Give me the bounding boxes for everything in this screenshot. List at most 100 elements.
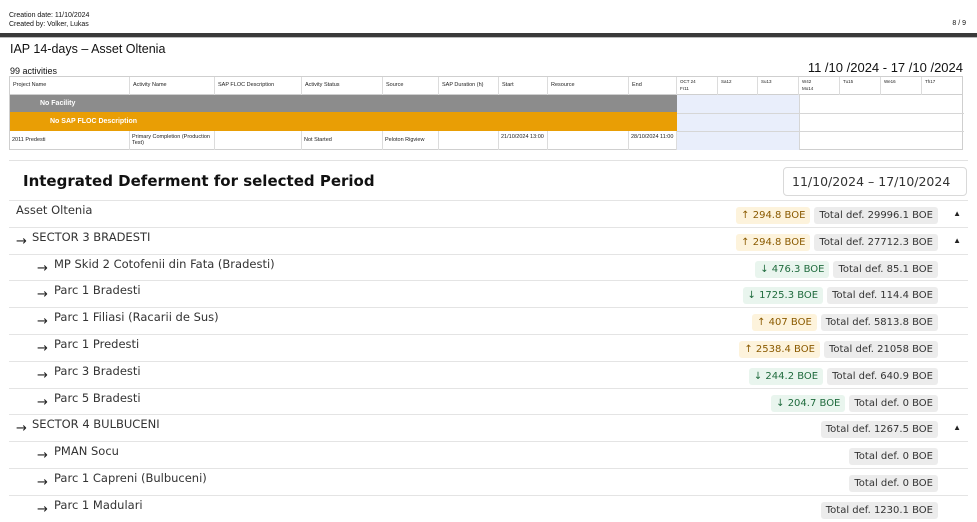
total-deferment-badge: Total def. 114.4 BOE xyxy=(827,287,938,305)
section-divider xyxy=(9,160,968,161)
gantt-table: Project Name Activity Name SAP FLOC Desc… xyxy=(9,76,964,150)
arrow-right-icon: → xyxy=(37,367,48,383)
deferment-decrease-badge: ↓ 244.2 BOE xyxy=(748,367,824,385)
group-no-floc[interactable]: No SAP FLOC Description xyxy=(10,112,677,131)
tree-row[interactable]: → Parc 1 Predesti ↑ 2538.4 BOE Total def. 2… xyxy=(9,333,968,361)
col-source[interactable]: Source xyxy=(383,77,439,95)
arrow-right-icon: → xyxy=(37,474,48,490)
calendar-gridline xyxy=(799,95,800,150)
cell-source: Peloton Rigview xyxy=(383,131,439,150)
arrow-right-icon: → xyxy=(37,501,48,517)
total-deferment-badge: Total def. 5813.8 BOE xyxy=(820,314,938,332)
cell-project: 2011 Predesti xyxy=(10,131,130,150)
creation-date: Creation date: 11/10/2024 xyxy=(9,12,90,19)
header-divider-thin xyxy=(0,37,977,38)
day-sa12: Sa12 xyxy=(718,77,758,95)
tree-row[interactable]: → PMAN Socu Total def. 0 BOE xyxy=(9,441,968,468)
day-fr11: OCT 24 Fr11 xyxy=(677,77,718,95)
activity-count: 99 activities xyxy=(10,66,58,76)
tree-row[interactable]: → Parc 1 Madulari Total def. 1230.1 BOE xyxy=(9,494,968,522)
total-deferment-badge: Total def. 21058 BOE xyxy=(823,340,938,358)
deferment-tree: Asset Oltenia ↑ 294.8 BOE Total def. 29996… xyxy=(9,200,968,522)
collapse-caret-icon[interactable]: ▲ xyxy=(953,209,961,218)
tree-row-label: Parc 1 Madulari xyxy=(54,497,143,512)
day-we16: We16 xyxy=(881,77,922,95)
arrow-right-icon: → xyxy=(37,394,48,410)
report-title: IAP 14-days – Asset Oltenia xyxy=(10,42,166,56)
badge-group: ↓ 1725.3 BOE Total def. 114.4 BOE xyxy=(742,287,938,305)
badge-group: ↓ 244.2 BOE Total def. 640.9 BOE xyxy=(748,367,938,385)
col-resource[interactable]: Resource xyxy=(548,77,629,95)
badge-group: Total def. 1230.1 BOE xyxy=(820,501,938,519)
date-range-picker[interactable]: 11/10/2024 – 17/10/2024 xyxy=(783,167,967,196)
col-activity-name[interactable]: Activity Name xyxy=(130,77,215,95)
badge-group: ↑ 407 BOE Total def. 5813.8 BOE xyxy=(752,314,938,332)
tree-row[interactable]: → SECTOR 4 BULBUCENI Total def. 1267.5 BOE… xyxy=(9,414,968,441)
tree-row-label: MP Skid 2 Cotofenii din Fata (Bradesti) xyxy=(54,256,275,271)
deferment-decrease-badge: ↓ 1725.3 BOE xyxy=(742,287,824,305)
tree-row[interactable]: → Parc 1 Filiasi (Racarii de Sus) ↑ 407 BO… xyxy=(9,307,968,334)
page-number: 8 / 9 xyxy=(952,20,966,27)
tree-row-label: SECTOR 3 BRADESTI xyxy=(32,229,151,244)
tree-row[interactable]: → SECTOR 3 BRADESTI ↑ 294.8 BOE Total def. … xyxy=(9,226,968,254)
tree-row[interactable]: → Parc 1 Capreni (Bulbuceni) Total def. 0 … xyxy=(9,467,968,495)
arrow-right-icon: → xyxy=(37,287,48,303)
created-by: Created by: Volker, Lukas xyxy=(9,21,89,28)
tree-row-label: SECTOR 4 BULBUCENI xyxy=(32,417,160,432)
col-project-name[interactable]: Project Name xyxy=(10,77,130,95)
arrow-right-icon: → xyxy=(16,233,27,249)
cell-start: 21/10/2024 13:00 xyxy=(499,131,548,150)
total-deferment-badge: Total def. 1230.1 BOE xyxy=(820,501,938,519)
tree-row[interactable]: → MP Skid 2 Cotofenii din Fata (Bradesti)… xyxy=(9,253,968,281)
tree-row[interactable]: → Parc 1 Bradesti ↓ 1725.3 BOE Total def. 1… xyxy=(9,280,968,307)
total-deferment-badge: Total def. 85.1 BOE xyxy=(833,260,938,278)
arrow-right-icon: → xyxy=(37,260,48,276)
total-deferment-badge: Total def. 0 BOE xyxy=(849,394,938,412)
total-deferment-badge: Total def. 27712.3 BOE xyxy=(814,233,938,251)
deferment-increase-badge: ↑ 407 BOE xyxy=(752,314,817,332)
arrow-right-icon: → xyxy=(37,340,48,356)
badge-group: ↓ 476.3 BOE Total def. 85.1 BOE xyxy=(755,260,938,278)
badge-group: Total def. 0 BOE xyxy=(849,448,938,466)
total-deferment-badge: Total def. 640.9 BOE xyxy=(827,367,938,385)
collapse-caret-icon[interactable]: ▲ xyxy=(953,423,961,432)
col-sap-floc[interactable]: SAP FLOC Description xyxy=(215,77,302,95)
gantt-header: Project Name Activity Name SAP FLOC Desc… xyxy=(10,77,962,95)
arrow-right-icon: → xyxy=(37,448,48,464)
collapse-caret-icon[interactable]: ▲ xyxy=(953,236,961,245)
group-no-facility[interactable]: No Facility xyxy=(10,95,677,112)
tree-row-label: Parc 1 Filiasi (Racarii de Sus) xyxy=(54,310,219,325)
col-end[interactable]: End xyxy=(629,77,677,95)
day-mo14: W42 Mo14 xyxy=(799,77,840,95)
arrow-right-icon: → xyxy=(37,314,48,330)
arrow-right-icon: → xyxy=(16,421,27,437)
tree-row-label: Parc 1 Predesti xyxy=(54,336,140,351)
deferment-decrease-badge: ↓ 204.7 BOE xyxy=(771,394,846,412)
badge-group: ↓ 204.7 BOE Total def. 0 BOE xyxy=(771,394,938,412)
tree-row-label: Parc 3 Bradesti xyxy=(54,363,141,378)
tree-row-label: Parc 1 Capreni (Bulbuceni) xyxy=(54,470,207,485)
col-activity-status[interactable]: Activity Status xyxy=(302,77,383,95)
deferment-increase-badge: ↑ 2538.4 BOE xyxy=(739,340,820,358)
badge-group: ↑ 294.8 BOE Total def. 27712.3 BOE xyxy=(736,233,938,251)
tree-row-label: Parc 1 Bradesti xyxy=(54,283,141,298)
col-start[interactable]: Start xyxy=(499,77,548,95)
cell-duration xyxy=(439,131,499,150)
deferment-increase-badge: ↑ 294.8 BOE xyxy=(736,207,811,224)
table-row[interactable]: 2011 Predesti Primary Completion (Produc… xyxy=(10,131,677,150)
day-su13: Su13 xyxy=(758,77,799,95)
cell-end: 28/10/2024 11:00 xyxy=(629,131,677,150)
cell-activity: Primary Completion (Production Test) xyxy=(130,131,215,150)
cell-resource xyxy=(548,131,629,150)
tree-row[interactable]: → Parc 5 Bradesti ↓ 204.7 BOE Total def. 0 … xyxy=(9,387,968,415)
deferment-title: Integrated Deferment for selected Period xyxy=(23,172,375,190)
total-deferment-badge: Total def. 0 BOE xyxy=(849,474,938,492)
deferment-decrease-badge: ↓ 476.3 BOE xyxy=(755,260,830,278)
col-sap-duration[interactable]: SAP Duration (h) xyxy=(439,77,499,95)
deferment-increase-badge: ↑ 294.8 BOE xyxy=(736,233,811,251)
calendar-gridline xyxy=(677,113,964,114)
badge-group: ↑ 294.8 BOE Total def. 29996.1 BOE xyxy=(736,207,938,224)
badge-group: Total def. 0 BOE xyxy=(849,474,938,492)
tree-row[interactable]: → Parc 3 Bradesti ↓ 244.2 BOE Total def. 64… xyxy=(9,360,968,388)
tree-row[interactable]: Asset Oltenia ↑ 294.8 BOE Total def. 29996… xyxy=(9,200,968,227)
